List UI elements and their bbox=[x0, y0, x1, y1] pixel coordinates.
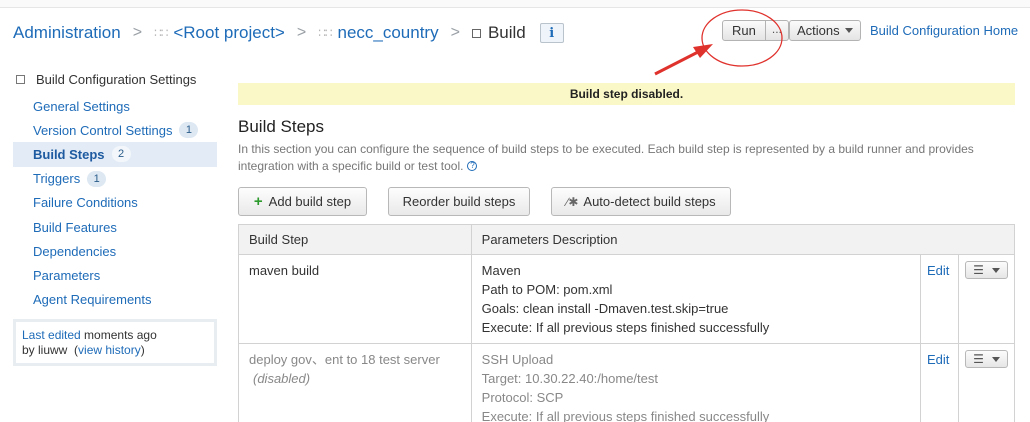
step-param-line: Path to POM: pom.xml bbox=[481, 282, 613, 297]
help-icon[interactable]: ? bbox=[467, 161, 478, 171]
info-icon[interactable]: i bbox=[539, 23, 564, 43]
column-header-build-step: Build Step bbox=[238, 224, 472, 255]
chevron-right-icon: > bbox=[132, 24, 143, 41]
chevron-down-icon bbox=[991, 356, 1000, 362]
breadcrumb: Administration > ∷∷ <Root project> > ∷∷ … bbox=[13, 21, 564, 45]
menu-cell: ☰ bbox=[957, 254, 1016, 344]
sidebar-item-label: Triggers bbox=[33, 171, 81, 187]
step-actions-button[interactable]: ☰ bbox=[964, 350, 1008, 368]
last-edited-link[interactable]: Last edited bbox=[22, 328, 81, 342]
step-name-cell: deploy gov、ent to 18 test server (disabl… bbox=[238, 343, 472, 422]
breadcrumb-project[interactable]: necc_country bbox=[337, 23, 438, 43]
page-description: In this section you can configure the se… bbox=[238, 141, 1008, 175]
annotation-arrow-head bbox=[693, 44, 713, 58]
add-build-step-label: Add build step bbox=[268, 194, 352, 209]
last-edited-by: by liuww bbox=[22, 343, 68, 357]
count-badge: 1 bbox=[87, 170, 107, 187]
chevron-down-icon bbox=[991, 267, 1000, 273]
edit-link[interactable]: Edit bbox=[927, 352, 949, 367]
step-param-line: Execute: If all previous steps finished … bbox=[481, 320, 770, 335]
last-edited-when: moments ago bbox=[80, 328, 157, 342]
run-button[interactable]: Run bbox=[723, 21, 766, 40]
step-param-line: Target: 10.30.22.40:/home/test bbox=[481, 371, 658, 386]
project-icon: ∷∷ bbox=[154, 26, 168, 40]
actions-button[interactable]: Actions bbox=[789, 20, 861, 41]
table-row[interactable]: deploy gov、ent to 18 test server (disabl… bbox=[238, 343, 1016, 422]
magic-wand-icon: ∕✱ bbox=[566, 194, 579, 209]
status-banner: Build step disabled. bbox=[238, 83, 1015, 105]
reorder-build-steps-label: Reorder build steps bbox=[402, 194, 516, 209]
chevron-right-icon: > bbox=[450, 24, 460, 41]
reorder-build-steps-button[interactable]: Reorder build steps bbox=[388, 187, 530, 216]
run-custom-button[interactable]: ... bbox=[766, 21, 788, 40]
project-icon: ∷∷ bbox=[318, 26, 332, 40]
sidebar-item-parameters[interactable]: Parameters bbox=[13, 263, 217, 287]
step-param-line: Protocol: SCP bbox=[481, 390, 564, 405]
step-param-line: Maven bbox=[481, 263, 521, 278]
disabled-note: (disabled) bbox=[253, 371, 311, 386]
page-title: Build Steps bbox=[238, 117, 324, 136]
actions-label: Actions bbox=[797, 23, 840, 38]
run-button-group: Run ... bbox=[722, 20, 789, 41]
sidebar-item-agent-requirements[interactable]: Agent Requirements bbox=[13, 288, 217, 312]
sidebar-item-label: Parameters bbox=[33, 267, 101, 283]
sidebar-item-general-settings[interactable]: General Settings bbox=[13, 94, 217, 118]
sidebar-item-version-control[interactable]: Version Control Settings 1 bbox=[13, 118, 217, 142]
sidebar-item-failure-conditions[interactable]: Failure Conditions bbox=[13, 191, 217, 215]
chevron-down-icon bbox=[844, 28, 853, 33]
description-text: In this section you can configure the se… bbox=[238, 142, 974, 173]
auto-detect-label: Auto-detect build steps bbox=[583, 194, 716, 209]
count-badge: 2 bbox=[111, 146, 131, 163]
step-params-cell: SSH Upload Target: 10.30.22.40:/home/tes… bbox=[470, 343, 921, 422]
build-steps-table: Build Step Parameters Description maven … bbox=[238, 224, 1016, 422]
last-edited-box: Last edited moments ago by liuww (view h… bbox=[13, 319, 217, 366]
sidebar-item-build-features[interactable]: Build Features bbox=[13, 215, 217, 239]
step-actions-button[interactable]: ☰ bbox=[964, 261, 1008, 279]
build-config-icon bbox=[16, 74, 25, 84]
step-name[interactable]: deploy gov、ent to 18 test server bbox=[249, 350, 461, 369]
breadcrumb-current: Build bbox=[487, 23, 526, 42]
edit-cell: Edit bbox=[919, 343, 959, 422]
sidebar-item-label: Version Control Settings bbox=[33, 122, 173, 138]
build-config-icon bbox=[471, 28, 481, 38]
breadcrumb-administration[interactable]: Administration bbox=[13, 23, 121, 43]
sidebar-item-label: Agent Requirements bbox=[33, 292, 152, 308]
sidebar-item-triggers[interactable]: Triggers 1 bbox=[13, 167, 217, 191]
view-history-link[interactable]: view history bbox=[78, 343, 141, 357]
column-header-parameters: Parameters Description bbox=[470, 224, 1016, 255]
list-icon: ☰ bbox=[973, 351, 984, 366]
menu-cell: ☰ bbox=[957, 343, 1016, 422]
annotation-arrow-shaft bbox=[654, 49, 701, 76]
sidebar-item-dependencies[interactable]: Dependencies bbox=[13, 239, 217, 263]
sidebar-item-label: General Settings bbox=[33, 98, 130, 114]
edit-cell: Edit bbox=[919, 254, 959, 344]
sidebar-item-build-steps[interactable]: Build Steps 2 bbox=[13, 142, 217, 167]
step-param-line: Goals: clean install -Dmaven.test.skip=t… bbox=[481, 301, 729, 316]
sidebar-item-label: Build Features bbox=[33, 219, 117, 235]
chevron-right-icon: > bbox=[296, 24, 307, 41]
step-name-cell: maven build bbox=[238, 254, 472, 344]
breadcrumb-root-project[interactable]: <Root project> bbox=[173, 23, 285, 43]
sidebar: Build Configuration Settings General Set… bbox=[13, 70, 217, 312]
add-build-step-button[interactable]: + Add build step bbox=[238, 187, 367, 216]
table-header-row: Build Step Parameters Description bbox=[238, 224, 1016, 255]
step-param-line: Execute: If all previous steps finished … bbox=[481, 409, 770, 422]
top-border bbox=[0, 0, 1030, 8]
step-params-cell: Maven Path to POM: pom.xml Goals: clean … bbox=[470, 254, 921, 344]
sidebar-title: Build Configuration Settings bbox=[36, 71, 197, 87]
sidebar-item-label: Build Steps bbox=[33, 146, 105, 162]
table-row[interactable]: maven build Maven Path to POM: pom.xml G… bbox=[238, 254, 1016, 344]
edit-link[interactable]: Edit bbox=[927, 263, 949, 278]
step-name[interactable]: maven build bbox=[249, 263, 319, 278]
sidebar-header: Build Configuration Settings bbox=[13, 70, 217, 88]
build-configuration-home-link[interactable]: Build Configuration Home bbox=[870, 23, 1018, 38]
sidebar-item-label: Dependencies bbox=[33, 243, 117, 259]
auto-detect-build-steps-button[interactable]: ∕✱ Auto-detect build steps bbox=[551, 187, 731, 216]
count-badge: 1 bbox=[179, 122, 199, 139]
list-icon: ☰ bbox=[973, 262, 984, 277]
step-param-line: SSH Upload bbox=[481, 352, 554, 367]
sidebar-item-label: Failure Conditions bbox=[33, 195, 138, 211]
plus-icon: + bbox=[253, 193, 263, 210]
